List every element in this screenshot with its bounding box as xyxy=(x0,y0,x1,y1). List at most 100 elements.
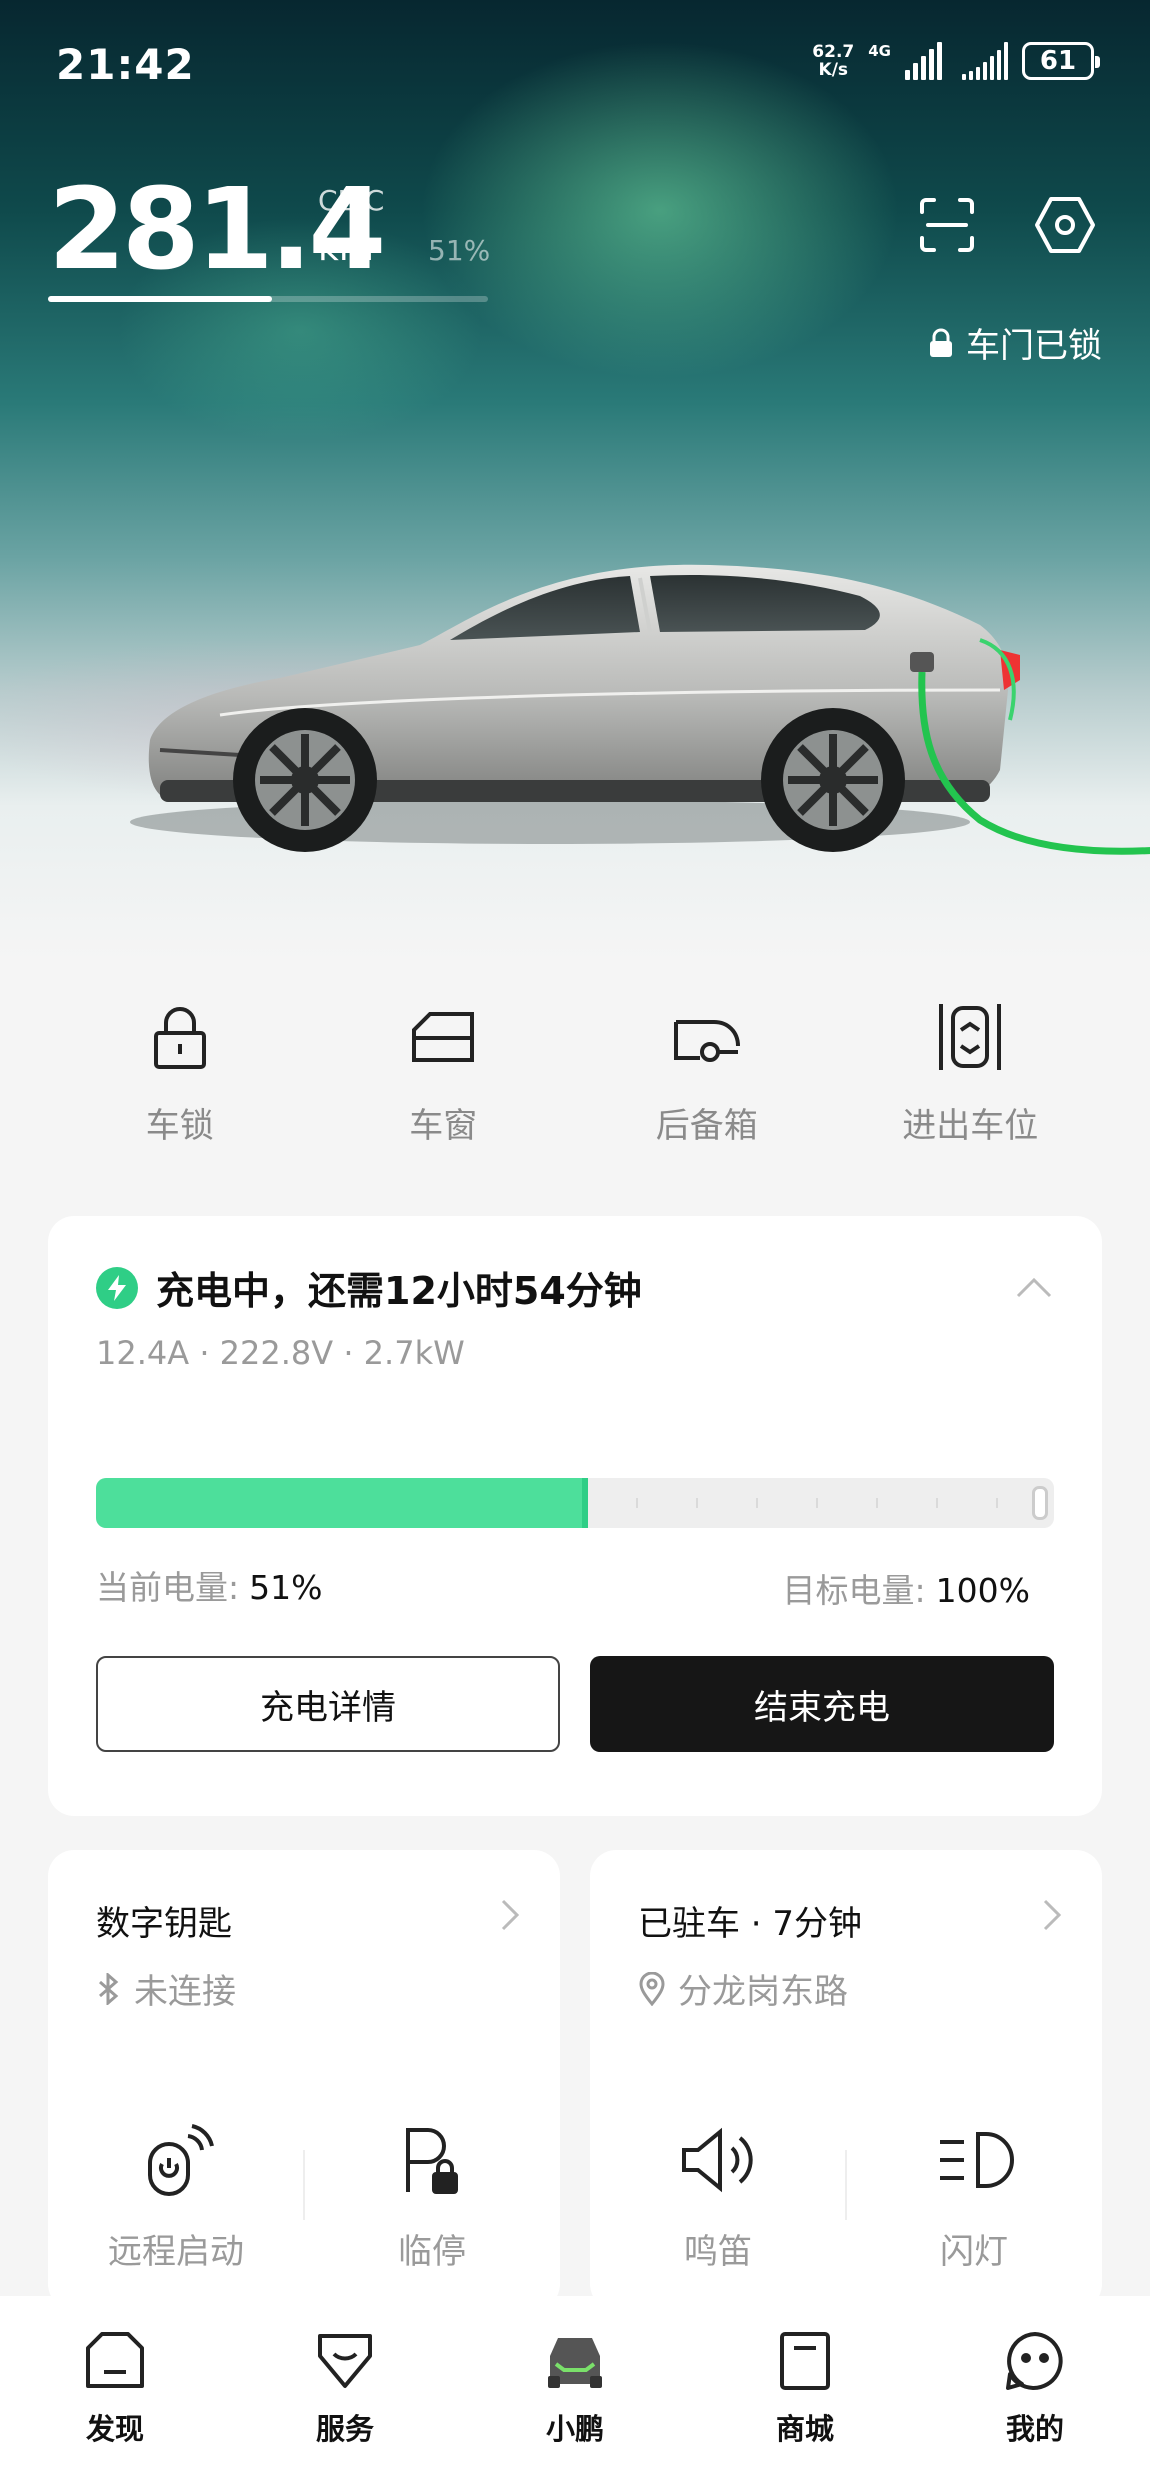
charging-title: 充电中，还需12小时54分钟 xyxy=(96,1260,642,1315)
temporary-parking-button[interactable]: 临停 xyxy=(312,2120,552,2273)
quick-action-window[interactable]: 车窗 xyxy=(312,1000,576,1147)
charge-level-marker xyxy=(581,1478,588,1528)
status-right-group: 62.7 K/s 4G 61 xyxy=(812,42,1100,80)
car-illustration xyxy=(130,564,1150,855)
signal-2-icon xyxy=(962,42,1008,80)
parking-location: 分龙岗东路 xyxy=(638,1964,848,2013)
door-lock-text: 车门已锁 xyxy=(966,326,1102,366)
car-icon xyxy=(548,2338,602,2388)
progress-tick xyxy=(696,1498,698,1508)
battery-percent: 51% xyxy=(428,234,491,267)
parking-title: 已驻车 · 7分钟 xyxy=(638,1904,863,1944)
current-charge-value: 51% xyxy=(249,1568,323,1607)
remote-start-icon xyxy=(148,2124,214,2196)
progress-tick xyxy=(996,1498,998,1508)
range-standard: CLTC xyxy=(318,184,385,217)
quick-actions: 车锁 车窗 后备箱 进出车位 xyxy=(48,1000,1102,1147)
divider xyxy=(845,2150,847,2220)
quick-action-label: 车锁 xyxy=(145,1106,214,1146)
digital-key-title: 数字钥匙 xyxy=(96,1904,232,1944)
profile-icon xyxy=(1006,2332,1063,2390)
progress-tick xyxy=(756,1498,758,1508)
lock-small-icon xyxy=(930,328,952,357)
tab-mall[interactable]: 商城 xyxy=(690,2296,920,2483)
range-progress-bar xyxy=(48,296,488,302)
location-pin-icon xyxy=(639,1971,665,2006)
net-speed-value: 62.7 xyxy=(812,42,855,62)
parking-status-card[interactable]: 已驻车 · 7分钟 分龙岗东路 鸣笛 闪灯 xyxy=(590,1850,1102,2310)
door-lock-status: 车门已锁 xyxy=(928,318,1102,367)
charging-bolt-icon xyxy=(96,1266,138,1309)
charging-title-text: 充电中，还需12小时54分钟 xyxy=(156,1269,642,1313)
quick-action-label: 车窗 xyxy=(409,1106,478,1146)
current-charge-label: 当前电量: xyxy=(96,1568,240,1607)
charging-details-button[interactable]: 充电详情 xyxy=(96,1656,560,1752)
parking-in-out-icon xyxy=(939,1004,1002,1070)
range-display: 281.4 CLTC km 51% xyxy=(48,170,490,290)
tab-mine[interactable]: 我的 xyxy=(920,2296,1150,2483)
settings-icon[interactable] xyxy=(1034,194,1096,260)
battery-icon: 61 xyxy=(1022,42,1100,80)
window-icon xyxy=(412,1012,475,1062)
chevron-right-icon[interactable] xyxy=(1042,1898,1062,1932)
stop-charging-button[interactable]: 结束充电 xyxy=(590,1656,1054,1752)
parking-location-text: 分龙岗东路 xyxy=(678,1972,848,2012)
target-charge: 目标电量: 100% xyxy=(783,1564,1030,1612)
charge-progress-fill xyxy=(96,1478,585,1528)
temporary-parking-icon xyxy=(406,2128,458,2194)
progress-tick xyxy=(636,1498,638,1508)
action-label: 远程启动 xyxy=(108,2232,244,2272)
target-level-handle[interactable] xyxy=(1032,1486,1048,1520)
digital-key-status: 未连接 xyxy=(96,1964,236,2013)
tab-label: 发现 xyxy=(85,2412,144,2446)
charging-details: 12.4A · 222.8V · 2.7kW xyxy=(96,1334,465,1372)
tab-label: 商城 xyxy=(775,2412,834,2446)
flash-lights-icon xyxy=(940,2132,1014,2188)
service-icon xyxy=(318,2334,372,2388)
network-type: 4G xyxy=(868,42,891,60)
current-charge: 当前电量: 51% xyxy=(96,1561,322,1609)
tab-xpeng[interactable]: 小鹏 xyxy=(460,2296,690,2483)
progress-tick xyxy=(936,1498,938,1508)
lock-icon xyxy=(153,1007,206,1069)
quick-action-parking[interactable]: 进出车位 xyxy=(839,1000,1103,1147)
bottom-tab-bar: 发现 服务 小鹏 商城 我的 xyxy=(0,2296,1150,2483)
scan-icon[interactable] xyxy=(918,196,976,258)
target-charge-value: 100% xyxy=(935,1571,1030,1610)
status-bar: 21:42 62.7 K/s 4G 61 xyxy=(56,38,1100,94)
target-charge-label: 目标电量: xyxy=(782,1571,926,1610)
action-label: 闪灯 xyxy=(940,2232,1008,2272)
quick-action-trunk[interactable]: 后备箱 xyxy=(575,1000,839,1147)
quick-action-label: 后备箱 xyxy=(655,1106,758,1146)
digital-key-card[interactable]: 数字钥匙 未连接 远程启动 临停 xyxy=(48,1850,560,2310)
charge-progress-bar xyxy=(96,1478,1054,1528)
tab-label: 小鹏 xyxy=(545,2412,604,2446)
chevron-right-icon[interactable] xyxy=(500,1898,520,1932)
status-time: 21:42 xyxy=(56,40,195,89)
tab-discover[interactable]: 发现 xyxy=(0,2296,230,2483)
remote-start-button[interactable]: 远程启动 xyxy=(56,2120,296,2273)
horn-button[interactable]: 鸣笛 xyxy=(598,2120,838,2273)
trunk-icon xyxy=(673,1020,740,1062)
action-label: 鸣笛 xyxy=(684,2232,752,2272)
tab-service[interactable]: 服务 xyxy=(230,2296,460,2483)
progress-tick xyxy=(876,1498,878,1508)
net-speed: 62.7 K/s xyxy=(812,43,854,79)
flash-lights-button[interactable]: 闪灯 xyxy=(854,2120,1094,2273)
digital-key-status-text: 未连接 xyxy=(134,1972,236,2012)
quick-action-label: 进出车位 xyxy=(902,1106,1039,1146)
chevron-up-icon[interactable] xyxy=(1016,1276,1052,1298)
signal-icon xyxy=(905,42,942,80)
charging-card: 充电中，还需12小时54分钟 12.4A · 222.8V · 2.7kW 当前… xyxy=(48,1216,1102,1816)
tab-label: 我的 xyxy=(1005,2412,1064,2446)
divider xyxy=(303,2150,305,2220)
net-speed-unit: K/s xyxy=(818,60,849,80)
range-unit: km xyxy=(318,228,374,269)
mall-icon xyxy=(780,2332,830,2390)
action-label: 临停 xyxy=(398,2232,466,2272)
quick-action-lock[interactable]: 车锁 xyxy=(48,1000,312,1147)
range-progress-fill xyxy=(48,296,273,302)
discover-icon xyxy=(86,2332,144,2388)
battery-level: 61 xyxy=(1039,46,1077,76)
bluetooth-icon xyxy=(99,1972,119,2005)
